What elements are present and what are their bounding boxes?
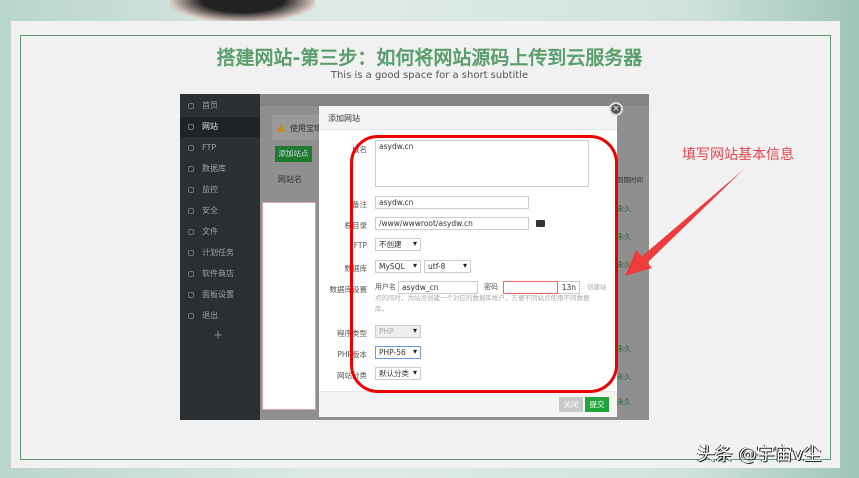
ftp-icon <box>188 145 194 151</box>
sidebar-item-ftp[interactable]: FTP <box>180 138 260 158</box>
highlight-ellipse <box>350 135 618 393</box>
column-site-name: 网站名 <box>278 175 302 184</box>
monitor-icon <box>188 187 194 193</box>
close-icon[interactable]: × <box>609 102 623 116</box>
add-site-button[interactable]: 添加站点 <box>275 146 312 162</box>
row-expire: 永久 <box>617 345 631 353</box>
grid-icon <box>188 271 194 277</box>
warning-icon <box>277 124 285 132</box>
sidebar-item-cron[interactable]: 计划任务 <box>180 243 260 263</box>
sidebar-item-files[interactable]: 文件 <box>180 222 260 242</box>
sidebar-label: 网站 <box>202 122 218 131</box>
sidebar-label: 安全 <box>202 206 218 215</box>
sidebar-item-monitor[interactable]: 监控 <box>180 180 260 200</box>
sidebar-item-database[interactable]: 数据库 <box>180 159 260 179</box>
watermark: 头条 @宇宙v尘 <box>697 444 822 465</box>
close-button[interactable]: 关闭 <box>559 397 583 412</box>
blank-panel <box>262 202 316 410</box>
gear-icon <box>188 292 194 298</box>
add-icon[interactable]: + <box>213 328 223 342</box>
warning-text: 使用宝塔 <box>290 124 322 133</box>
row-expire: 永久 <box>617 373 631 381</box>
database-icon <box>188 166 194 172</box>
home-icon <box>188 103 194 109</box>
sidebar-label: 面板设置 <box>202 290 234 299</box>
sidebar-label: 数据库 <box>202 164 226 173</box>
sidebar-label: 监控 <box>202 185 218 194</box>
sidebar-item-store[interactable]: 软件商店 <box>180 264 260 284</box>
sidebar-label: 计划任务 <box>202 248 234 257</box>
background-photo <box>170 0 315 22</box>
sidebar-label: 文件 <box>202 227 218 236</box>
slide-title: 搭建网站-第三步：如何将网站源码上传到云服务器 <box>216 47 643 69</box>
globe-icon <box>188 124 194 130</box>
sidebar-item-website[interactable]: 网站 <box>180 117 260 137</box>
row-expire: 永久 <box>617 398 631 406</box>
sidebar-label: 退出 <box>202 311 218 320</box>
sidebar-label: FTP <box>202 143 217 152</box>
calendar-icon <box>188 250 194 256</box>
sidebar-item-security[interactable]: 安全 <box>180 201 260 221</box>
folder-icon <box>188 229 194 235</box>
submit-button[interactable]: 提交 <box>585 397 609 412</box>
sidebar-label: 软件商店 <box>202 269 234 278</box>
dialog-title: 添加网站 <box>319 106 617 130</box>
logout-icon <box>188 313 194 319</box>
dialog-footer: 关闭 提交 <box>319 391 617 417</box>
sidebar-item-settings[interactable]: 面板设置 <box>180 285 260 305</box>
sidebar-item-home[interactable]: 首页 <box>180 96 260 116</box>
sidebar-label: 首页 <box>202 101 218 110</box>
sidebar-item-logout[interactable]: 退出 <box>180 306 260 326</box>
top-bar <box>260 94 649 106</box>
sidebar: 首页 网站 FTP 数据库 监控 安全 文件 计划任务 软件商店 面板设置 退出… <box>180 94 260 420</box>
arrow-icon <box>625 170 743 276</box>
slide-subtitle: This is a good space for a short subtitl… <box>330 70 529 81</box>
shield-icon <box>188 208 194 214</box>
